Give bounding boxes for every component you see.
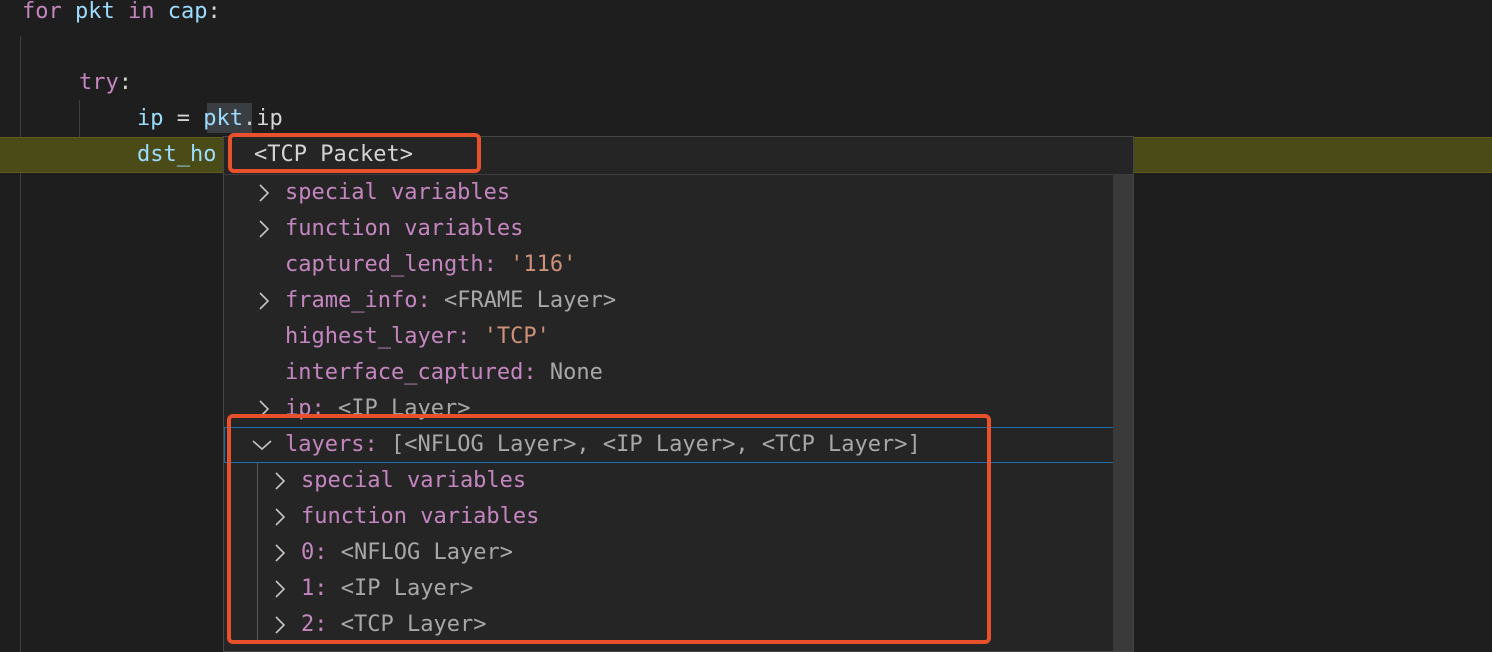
colon: : [207, 0, 221, 24]
code-line-ip-assign[interactable]: ip = pkt.ip [137, 101, 283, 137]
variable-value: None [549, 360, 603, 385]
chevron-right-icon[interactable] [254, 211, 274, 247]
assign-operator: = [163, 106, 204, 131]
variable-name: captured_length: [285, 252, 497, 277]
variable-value: <FRAME Layer> [443, 288, 617, 313]
colon: : [118, 70, 132, 95]
tree-row-function-variables[interactable]: function variables [224, 211, 1133, 247]
tree-row-frame-info[interactable]: frame_info: <FRAME Layer> [224, 283, 1133, 319]
attribute-ip: ip [256, 106, 283, 131]
variable-name: interface_captured: [285, 360, 537, 385]
dot: . [243, 106, 257, 131]
variable-cap: cap [167, 0, 208, 24]
code-line-for[interactable]: for pkt in cap: [22, 0, 221, 30]
variable-ip: ip [137, 106, 164, 131]
variable-name: frame_info: [285, 288, 431, 313]
chevron-right-icon[interactable] [254, 283, 274, 319]
variable-dst-host: dst_ho [137, 142, 217, 167]
variable-name: highest_layer: [285, 324, 471, 349]
variable-value: 'TCP' [483, 324, 550, 349]
tree-row-interface-captured[interactable]: interface_captured: None [224, 355, 1133, 391]
chevron-right-icon[interactable] [254, 175, 274, 211]
keyword-try: try [79, 70, 119, 95]
hover-scrollbar[interactable] [1113, 175, 1133, 651]
tree-row-highest-layer[interactable]: highest_layer: 'TCP' [224, 319, 1133, 355]
variable-name: special variables [285, 180, 511, 205]
code-line-dst-host[interactable]: dst_ho [137, 137, 216, 173]
keyword-in: in [128, 0, 155, 24]
keyword-for: for [22, 0, 62, 24]
annotation-box-layers [227, 414, 991, 644]
code-line-try[interactable]: try: [79, 65, 132, 101]
tree-row-captured-length[interactable]: captured_length: '116' [224, 247, 1133, 283]
variable-value: '116' [510, 252, 577, 277]
tree-row-special-variables[interactable]: special variables [224, 175, 1133, 211]
variable-pkt: pkt [203, 106, 243, 131]
annotation-box-header [228, 133, 481, 173]
indent-guide [20, 36, 21, 652]
variable-pkt: pkt [75, 0, 115, 24]
variable-name: function variables [285, 216, 524, 241]
